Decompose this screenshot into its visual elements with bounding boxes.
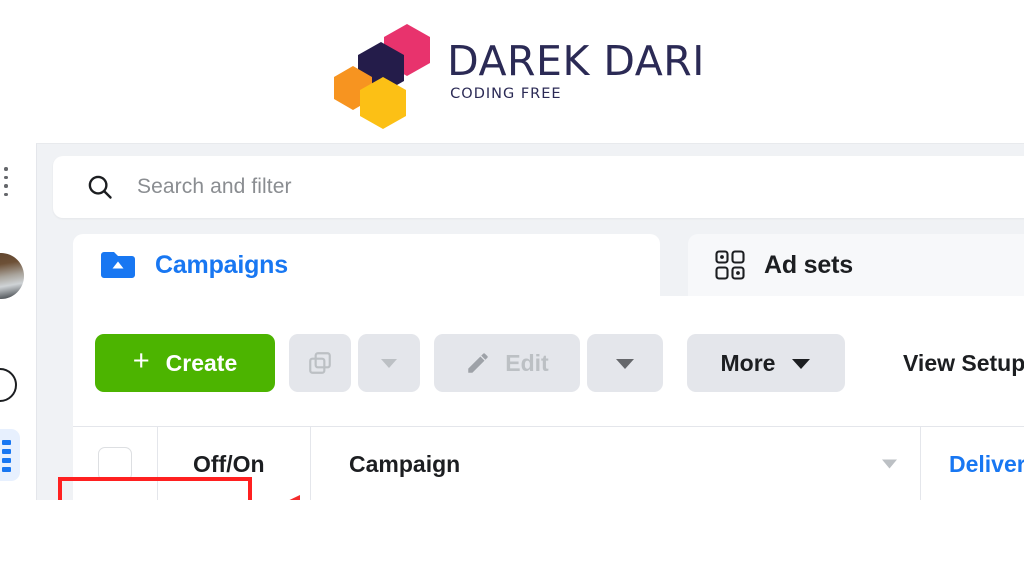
logo-banner: DAREK DARI CODING FREE: [0, 0, 1024, 143]
tab-adsets-label: Ad sets: [764, 250, 853, 279]
chevron-down-icon: [616, 358, 634, 369]
plus-icon: +: [132, 345, 150, 377]
sort-caret-icon[interactable]: [881, 459, 898, 470]
duplicate-icon: [309, 352, 331, 374]
tab-campaigns[interactable]: Campaigns: [73, 234, 660, 296]
chevron-down-icon: [381, 359, 397, 368]
chevron-down-icon: [791, 357, 811, 370]
brand-title: DAREK DARI: [447, 37, 705, 86]
sidebar-item-campaigns-list[interactable]: [0, 429, 20, 481]
pencil-icon: [465, 350, 491, 376]
search-input[interactable]: Search and filter: [137, 175, 292, 199]
avatar-icon[interactable]: [0, 253, 24, 299]
left-sidebar: [0, 143, 36, 500]
circle-icon[interactable]: [0, 368, 17, 402]
tab-adsets[interactable]: Ad sets: [688, 234, 1024, 296]
pointer-arrow-icon: [258, 495, 398, 500]
dots-icon[interactable]: [4, 167, 8, 201]
edit-button[interactable]: Edit: [434, 334, 580, 392]
brand-text: DAREK DARI CODING FREE: [447, 41, 705, 102]
column-delivery-label: Delivery: [949, 450, 1024, 477]
tab-campaigns-label: Campaigns: [155, 250, 288, 279]
grid-adsets-icon: [714, 249, 746, 281]
action-toolbar: + Create Edit More View Setup: [73, 296, 1024, 426]
list-icon: [2, 440, 11, 476]
duplicate-dropdown-button[interactable]: [358, 334, 420, 392]
ads-manager-body: Search and filter Campaigns Ad sets + Cr…: [36, 143, 1024, 500]
screenshot-panel: Search and filter Campaigns Ad sets + Cr…: [0, 143, 1024, 500]
checkbox-icon[interactable]: [98, 447, 132, 481]
hexagon-cluster-icon: [334, 22, 453, 129]
view-setup-button[interactable]: View Setup: [903, 350, 1024, 377]
edit-button-label: Edit: [505, 349, 549, 376]
folder-campaign-icon: [99, 249, 137, 281]
edit-dropdown-button[interactable]: [587, 334, 663, 392]
brand-logo: DAREK DARI CODING FREE: [334, 22, 705, 129]
column-delivery[interactable]: Delivery: [921, 427, 1024, 501]
column-offon-label: Off/On: [193, 450, 265, 477]
column-campaign-label: Campaign: [349, 450, 461, 477]
search-icon: [85, 172, 115, 202]
column-campaign[interactable]: Campaign: [311, 426, 921, 500]
create-button-highlight-box: [58, 477, 252, 500]
duplicate-button[interactable]: [289, 334, 351, 392]
more-button[interactable]: More: [687, 334, 845, 392]
hexagon-yellow-icon: [335, 22, 453, 129]
create-button-label: Create: [165, 349, 238, 376]
more-button-label: More: [720, 349, 776, 376]
brand-tagline: CODING FREE: [450, 86, 562, 103]
create-button[interactable]: + Create: [95, 334, 275, 392]
entity-tabs: Campaigns Ad sets: [73, 234, 1024, 296]
search-and-filter-bar[interactable]: Search and filter: [53, 156, 1024, 218]
